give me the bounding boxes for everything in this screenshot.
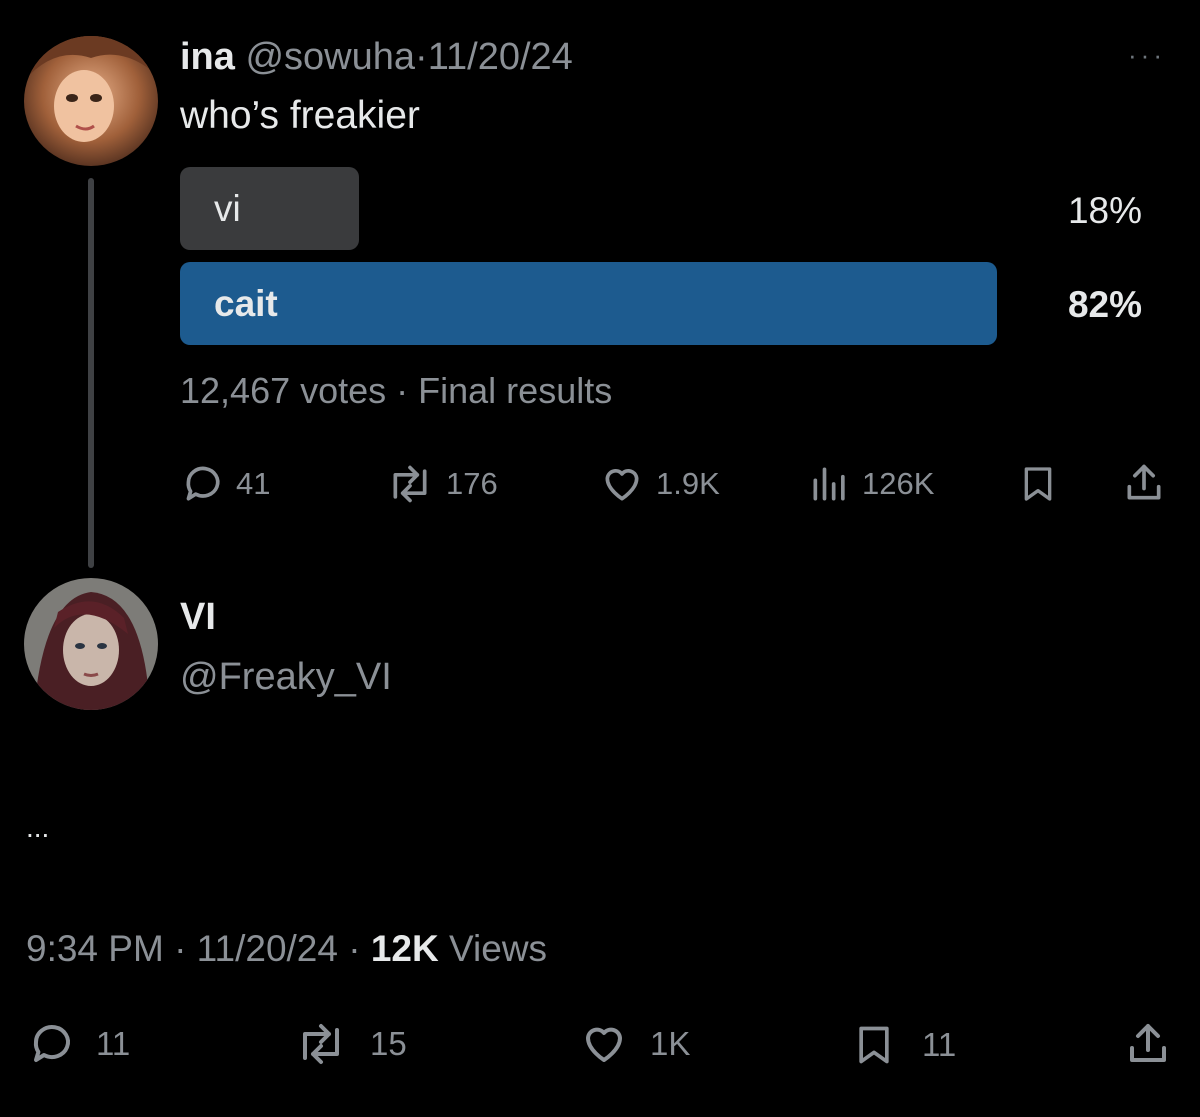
more-icon[interactable]: ··· (1128, 40, 1166, 71)
poll-summary: 12,467 votes · Final results (180, 370, 613, 411)
reply-icon (186, 466, 220, 501)
reply-like-button[interactable]: 1K (576, 1020, 690, 1068)
reply-views-count: 12K (370, 928, 439, 969)
reply-count: 41 (236, 466, 271, 501)
like-icon (586, 1027, 622, 1062)
date-separator: · (415, 36, 428, 78)
views-button[interactable]: 126K (808, 462, 934, 506)
reply-metadata: 9:34 PM · 11/20/24 · 12K Views (26, 928, 547, 970)
poll-option-label: vi (214, 187, 241, 229)
thread-connector-line (88, 178, 94, 568)
reply-display-name[interactable]: VI (180, 596, 216, 639)
reply-repost-count: 15 (370, 1025, 407, 1062)
reply-body-text: ... (26, 812, 50, 843)
repost-icon (393, 465, 427, 503)
like-button[interactable]: 1.9K (598, 462, 720, 506)
repost-icon (303, 1024, 339, 1064)
reply-timestamp[interactable]: 9:34 PM · 11/20/24 · (26, 928, 371, 969)
reply-bookmark-count: 11 (922, 1026, 957, 1063)
share-icon (1130, 1024, 1166, 1062)
like-count: 1.9K (656, 466, 720, 501)
repost-button[interactable]: 176 (384, 462, 498, 506)
post-text: who’s freakier (180, 94, 420, 137)
bookmark-button[interactable] (1018, 462, 1058, 506)
reply-button[interactable]: 41 (182, 462, 270, 506)
views-count: 126K (862, 466, 935, 501)
reply-icon (33, 1025, 70, 1062)
avatar-ina[interactable] (24, 36, 158, 166)
reply-reply-count: 11 (96, 1025, 131, 1062)
avatar-freaky-vi[interactable] (24, 578, 158, 710)
reply-user-handle[interactable]: @Freaky_VI (180, 656, 392, 699)
reply-views-label: Views (438, 928, 548, 969)
user-handle[interactable]: @sowuha (245, 36, 415, 78)
bookmark-icon (1024, 467, 1052, 501)
poll-option-percent: 18% (1067, 190, 1142, 231)
poll-option-vi: vi (180, 167, 359, 250)
poll-option-percent: 82% (1067, 284, 1142, 325)
reply-repost-button[interactable]: 15 (292, 1020, 407, 1068)
post-date[interactable]: 11/20/24 (428, 36, 573, 78)
display-name[interactable]: ina (180, 36, 235, 78)
bookmark-icon (859, 1026, 889, 1064)
share-button[interactable] (1122, 460, 1166, 506)
views-icon (813, 467, 845, 501)
reply-like-count: 1K (650, 1025, 691, 1062)
like-icon (605, 469, 639, 501)
repost-count: 176 (446, 466, 498, 501)
post-header: ina @sowuha·11/20/24 (180, 36, 573, 79)
poll-option-label: cait (214, 282, 278, 324)
reply-share-button[interactable] (1124, 1018, 1172, 1070)
share-icon (1127, 464, 1161, 500)
reply-reply-button[interactable]: 11 (28, 1020, 130, 1068)
reply-bookmark-button[interactable]: 11 (852, 1020, 956, 1070)
poll-option-cait: cait (180, 262, 997, 345)
